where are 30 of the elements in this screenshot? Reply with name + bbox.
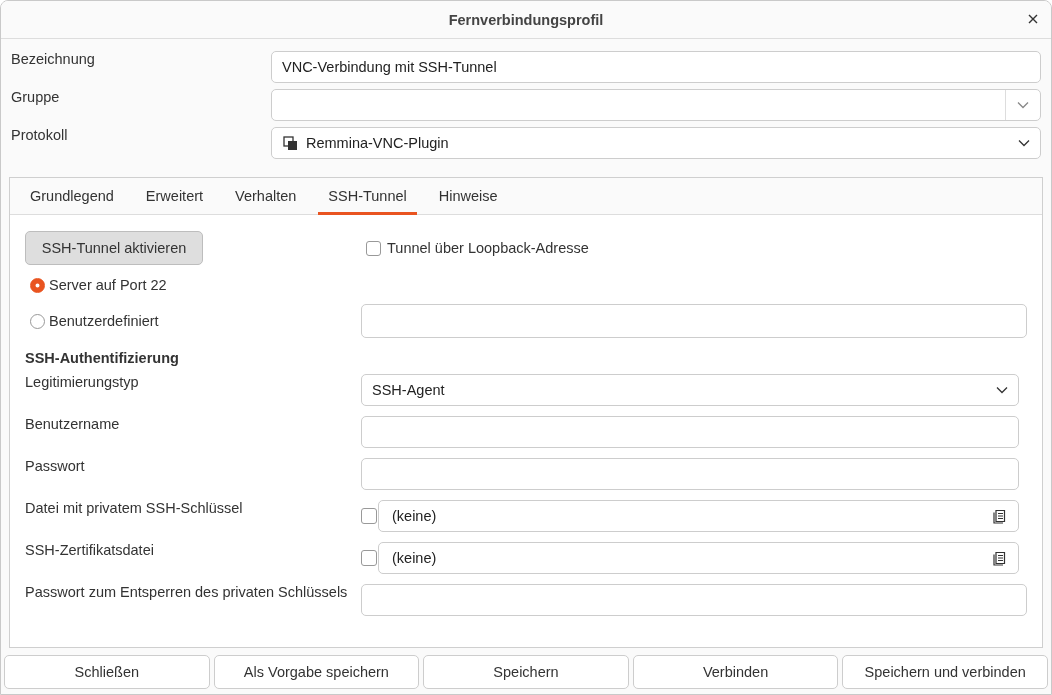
radio-label[interactable]: Server auf Port 22 — [49, 277, 167, 293]
field-label: Datei mit privatem SSH-Schlüssel — [25, 500, 244, 518]
window-title: Fernverbindungsprofil — [448, 11, 604, 28]
dropdown[interactable]: SSH-Agent — [361, 374, 1019, 406]
tab[interactable]: Grundlegend — [20, 178, 124, 215]
field-label: SSH-Zertifikatsdatei — [25, 542, 155, 560]
radio-label[interactable]: Benutzerdefiniert — [49, 313, 159, 329]
tab[interactable]: Verhalten — [225, 178, 307, 215]
field-label: Benutzername — [25, 416, 121, 434]
field-label: Bezeichnung — [11, 51, 96, 69]
file-chooser[interactable]: (keine) — [378, 542, 1019, 574]
field-label: Gruppe — [11, 89, 61, 107]
field-label: Passwort zum Entsperren des privaten Schlüssels — [25, 584, 349, 602]
field-label: Legitimierungstyp — [25, 374, 140, 392]
tab[interactable]: Hinweise — [428, 178, 508, 215]
dialog-button[interactable]: Speichern — [423, 655, 629, 689]
dialog-button[interactable]: Schließen — [4, 655, 210, 689]
dialog-button[interactable]: Speichern und verbinden — [842, 655, 1048, 689]
dialog-button[interactable]: Als Vorgabe speichern — [213, 655, 420, 689]
dropdown[interactable]: Remmina-VNC-Plugin — [271, 127, 1041, 159]
dialog-button[interactable]: Verbinden — [632, 655, 839, 689]
enable-tunnel-button[interactable]: SSH-Tunnel aktivieren — [25, 231, 203, 265]
tab[interactable]: Erweitert — [135, 178, 214, 215]
field-label: Protokoll — [11, 127, 69, 145]
file-chooser[interactable]: (keine) — [378, 500, 1019, 532]
checkbox-label[interactable]: Tunnel über Loopback-Adresse — [387, 240, 589, 256]
field-label: Passwort — [25, 458, 86, 476]
section-heading: SSH-Authentifizierung — [25, 350, 180, 366]
text-field[interactable]: VNC-Verbindung mit SSH-Tunnel — [271, 51, 1041, 83]
tab[interactable]: SSH-Tunnel — [318, 178, 417, 215]
